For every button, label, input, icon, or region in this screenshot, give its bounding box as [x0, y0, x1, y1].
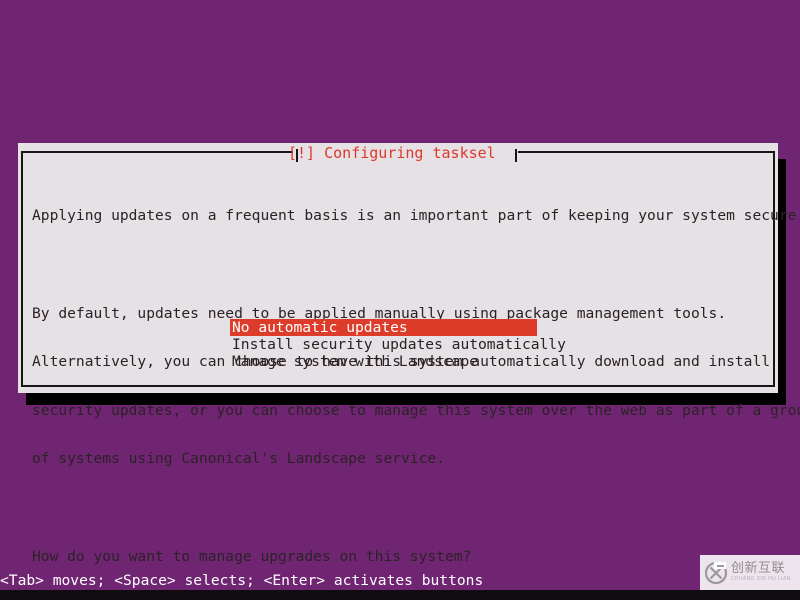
circle-x-logo-icon: [704, 561, 728, 584]
choice-no-automatic-updates[interactable]: No automatic updates: [230, 319, 537, 336]
dialog-title: [!] Configuring tasksel: [288, 144, 496, 162]
body-paragraph-2-line-3: security updates, or you can choose to m…: [32, 401, 800, 419]
watermark-text: 创新互联 CHUANG XIN HU LIAN: [731, 562, 791, 583]
watermark-chinese: 创新互联: [731, 561, 786, 576]
choice-manage-system-with-landscape[interactable]: Manage system with Landscape: [230, 353, 550, 370]
watermark-pinyin: CHUANG XIN HU LIAN: [731, 576, 791, 582]
body-paragraph-2-line-4: of systems using Canonical's Landscape s…: [32, 450, 445, 468]
dialog-body-text: Applying updates on a frequent basis is …: [32, 176, 800, 597]
body-question: How do you want to manage upgrades on th…: [32, 547, 472, 565]
terminal-screen: [!] Configuring tasksel Applying updates…: [0, 0, 800, 600]
keyboard-help-bar: <Tab> moves; <Space> selects; <Enter> ac…: [0, 572, 484, 589]
bottom-black-strip: [0, 590, 800, 600]
body-gap-1: [32, 257, 760, 273]
upgrade-choice-list[interactable]: No automatic updates Install security up…: [230, 319, 566, 370]
choice-install-security-updates-automatically[interactable]: Install security updates automatically: [230, 336, 566, 353]
dialog-title-tick-right: [515, 149, 517, 162]
body-gap-2: [32, 500, 760, 516]
watermark: 创新互联 CHUANG XIN HU LIAN: [700, 555, 800, 590]
body-paragraph-1: Applying updates on a frequent basis is …: [32, 207, 800, 225]
